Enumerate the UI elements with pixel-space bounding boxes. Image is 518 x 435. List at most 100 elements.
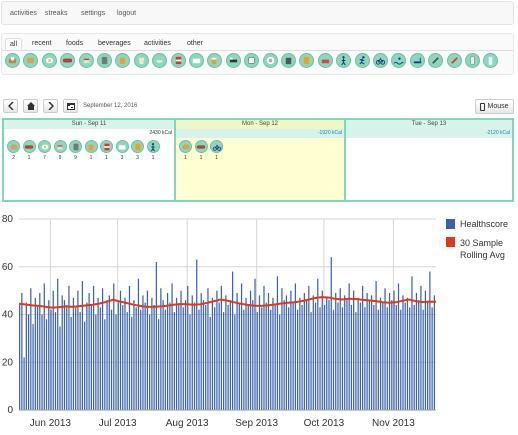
nav-streaks[interactable]: streaks xyxy=(45,10,68,17)
healthscore-bar xyxy=(263,285,265,410)
day-entry[interactable] xyxy=(210,140,223,153)
cake-icon xyxy=(83,58,89,64)
healthscore-bar xyxy=(41,314,43,410)
healthscore-bar xyxy=(122,304,124,410)
egg-icon xyxy=(45,57,53,64)
palette-item[interactable] xyxy=(170,53,186,68)
tab-recent[interactable]: recent xyxy=(28,38,55,50)
entry-count: 1 xyxy=(105,155,108,161)
day-header: Tue - Sep 13 xyxy=(346,120,512,129)
day-entry[interactable] xyxy=(115,140,129,153)
palette-item[interactable] xyxy=(207,53,223,68)
day-mon[interactable]: Mon - Sep 12 -1920 kCal 1 1 1 xyxy=(176,120,344,200)
next-button[interactable] xyxy=(43,99,58,113)
palette-item[interactable] xyxy=(41,53,57,68)
palette-item[interactable] xyxy=(281,53,296,68)
palette-item[interactable] xyxy=(428,53,444,68)
day-entry[interactable] xyxy=(22,140,36,153)
day-entry[interactable] xyxy=(131,140,144,153)
palette-item[interactable] xyxy=(115,53,131,68)
prev-button[interactable] xyxy=(3,99,18,113)
palette-item[interactable] xyxy=(483,53,499,68)
tab-all[interactable]: all xyxy=(5,38,23,50)
calendar-button[interactable] xyxy=(63,99,78,113)
palette-item[interactable] xyxy=(78,53,94,68)
palette-item[interactable] xyxy=(262,53,278,68)
healthscore-bar xyxy=(288,307,290,410)
palette-item[interactable] xyxy=(446,53,462,68)
healthscore-bar xyxy=(81,281,84,410)
day-entry[interactable] xyxy=(38,140,51,153)
healthscore-bar xyxy=(305,300,308,410)
tab-beverages[interactable]: beverages xyxy=(94,38,135,50)
palette-item[interactable] xyxy=(317,53,333,68)
mouse-mode-button[interactable]: Mouse xyxy=(475,99,514,114)
healthscore-bar xyxy=(50,309,52,410)
healthscore-bar xyxy=(171,283,173,410)
home-button[interactable] xyxy=(23,99,38,113)
day-entry[interactable] xyxy=(69,140,82,153)
healthscore-bar xyxy=(258,295,261,410)
jar-icon xyxy=(88,144,94,150)
palette-item[interactable] xyxy=(336,53,352,68)
healthscore-bar xyxy=(247,304,249,410)
walk-icon xyxy=(150,142,156,151)
palette-item[interactable] xyxy=(409,53,425,68)
tab-other[interactable]: other xyxy=(183,38,207,50)
healthscore-bar xyxy=(409,307,411,410)
nav-activities[interactable]: activities xyxy=(10,10,37,17)
y-tick-label: 60 xyxy=(2,262,14,273)
healthscore-bar xyxy=(395,304,397,410)
palette-item[interactable] xyxy=(244,53,260,68)
entry-count: 1 xyxy=(199,155,203,161)
day-entry[interactable] xyxy=(84,140,98,153)
palette-item[interactable] xyxy=(299,53,315,68)
palette-item[interactable] xyxy=(391,53,407,68)
breakfast-icon xyxy=(8,56,17,64)
mobile-icon xyxy=(480,102,486,111)
palette-item[interactable] xyxy=(97,53,112,68)
day-entry[interactable] xyxy=(146,140,160,153)
healthscore-bar xyxy=(386,307,388,410)
healthscore-bar xyxy=(328,300,330,410)
healthscore-bar xyxy=(368,300,370,410)
nav-logout[interactable]: logout xyxy=(117,10,136,17)
palette-item[interactable] xyxy=(373,53,388,68)
jar-icon xyxy=(120,57,126,65)
healthscore-bar xyxy=(350,304,353,410)
palette-item[interactable] xyxy=(133,53,149,68)
palette-item[interactable] xyxy=(354,53,370,68)
day-entry[interactable] xyxy=(53,140,67,153)
healthscore-bar xyxy=(231,271,234,410)
palette-item[interactable] xyxy=(189,53,204,68)
healthscore-bar xyxy=(205,304,207,410)
healthscore-bar xyxy=(308,285,310,410)
day-tue[interactable]: Tue - Sep 13 -2120 kCal xyxy=(346,120,512,200)
cola-icon xyxy=(104,143,109,150)
healthscore-bar xyxy=(155,261,157,410)
palette-item[interactable] xyxy=(225,53,241,68)
healthscore-bar xyxy=(72,297,75,410)
bike-icon xyxy=(212,144,221,151)
day-entry[interactable] xyxy=(179,140,192,153)
healthscore-bar xyxy=(23,357,25,410)
day-entry[interactable] xyxy=(194,140,208,153)
pencil-icon xyxy=(450,57,458,64)
palette-item[interactable] xyxy=(60,53,76,68)
healthscore-bar xyxy=(19,304,21,410)
healthscore-bar xyxy=(402,295,404,410)
nav-settings[interactable]: settings xyxy=(81,10,105,17)
day-header: Mon - Sep 12 xyxy=(176,120,344,129)
healthscore-bar xyxy=(66,304,68,410)
palette-item[interactable] xyxy=(23,53,39,68)
palette-item[interactable] xyxy=(5,53,20,68)
healthscore-bar xyxy=(68,285,70,410)
day-sun[interactable]: Sun - Sep 11 2430 kCal 2 1 7 9 9 1 1 3 3 1 xyxy=(4,120,174,200)
day-entry[interactable] xyxy=(100,140,113,153)
palette-item[interactable] xyxy=(152,53,168,68)
tab-activities[interactable]: activities xyxy=(140,38,175,50)
day-entry[interactable] xyxy=(7,140,20,153)
tab-foods[interactable]: foods xyxy=(62,38,87,50)
healthscore-bar xyxy=(57,278,59,410)
palette-item[interactable] xyxy=(465,53,480,68)
